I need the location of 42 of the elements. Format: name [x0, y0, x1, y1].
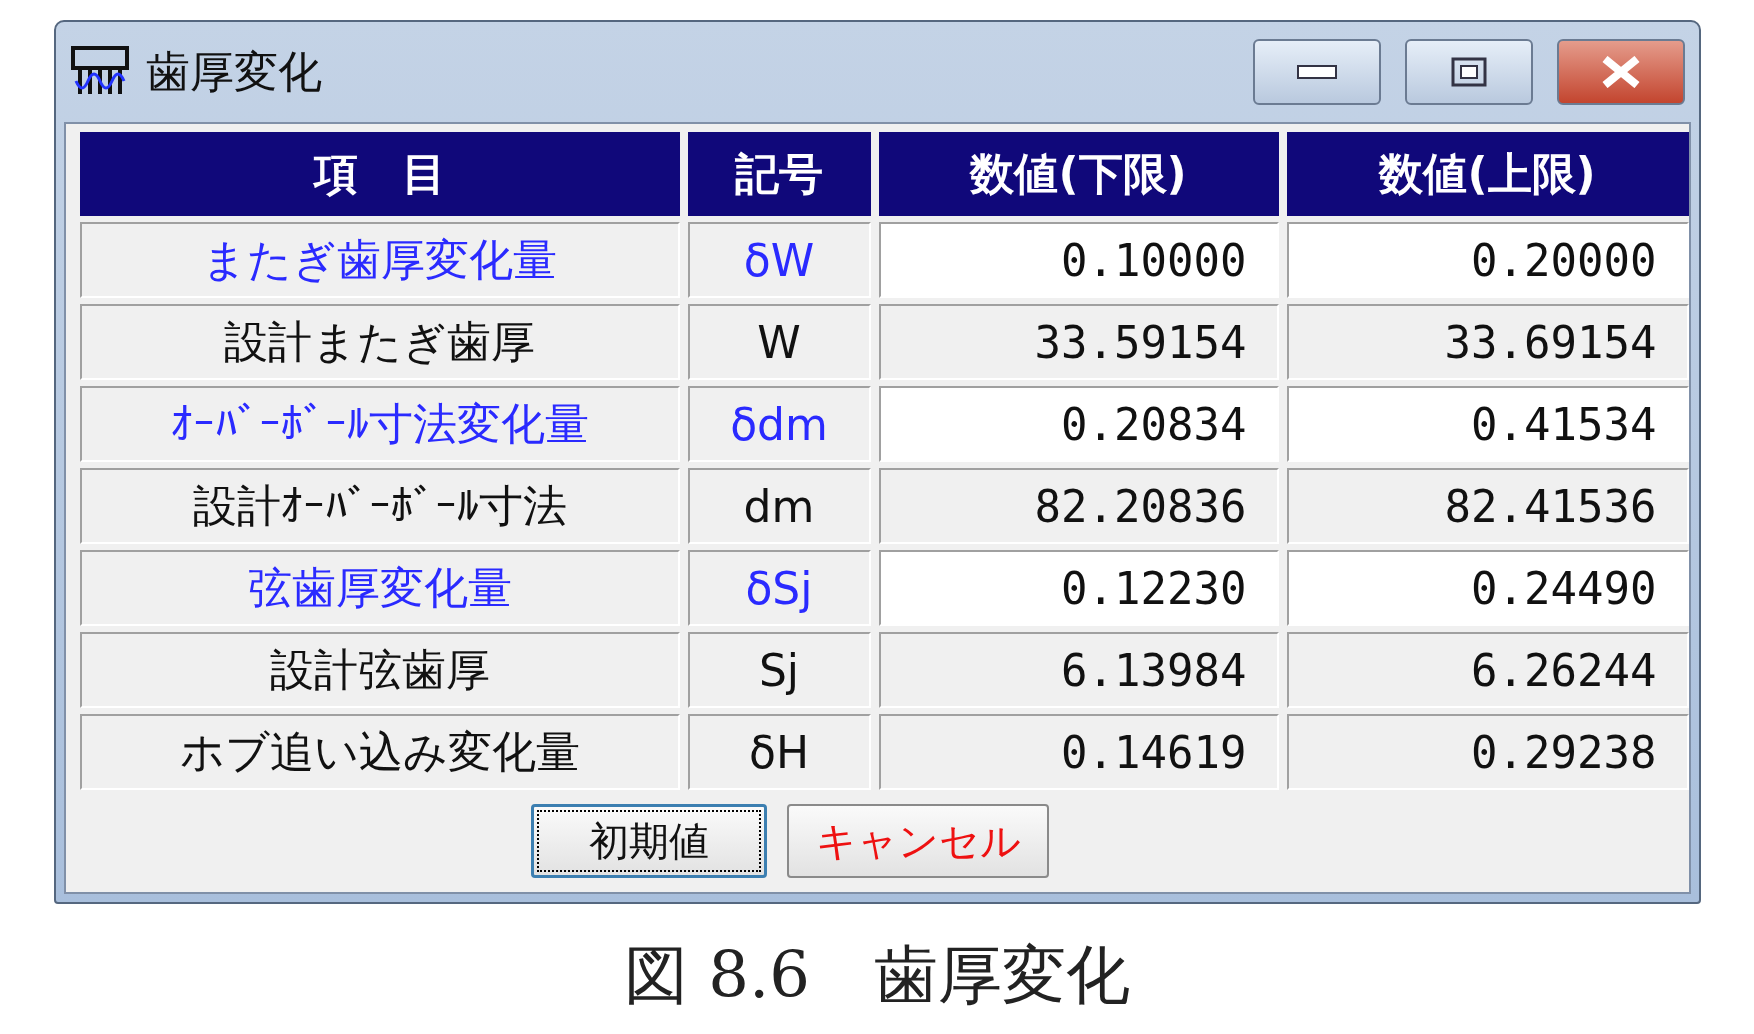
- value-cell: 0.20000: [1286, 222, 1689, 298]
- value-cell: 6.13984: [878, 632, 1279, 708]
- value-cell: 0.10000: [878, 222, 1279, 298]
- symbol-cell: W: [687, 304, 871, 380]
- item-cell: 設計弦歯厚: [79, 632, 680, 708]
- column-header: 項 目: [79, 132, 680, 216]
- symbol-cell: dm: [687, 468, 871, 544]
- item-cell: 設計またぎ歯厚: [79, 304, 680, 380]
- close-icon: [1600, 56, 1641, 88]
- item-cell: 設計ｵｰﾊﾞｰﾎﾞｰﾙ寸法: [79, 468, 680, 544]
- symbol-cell: δH: [687, 714, 871, 790]
- value-cell: 33.59154: [878, 304, 1279, 380]
- symbol-cell: δW: [687, 222, 871, 298]
- value-cell: 0.20834: [878, 386, 1279, 462]
- value-cell: 82.41536: [1286, 468, 1689, 544]
- close-button[interactable]: [1556, 39, 1685, 105]
- value-cell: 0.12230: [878, 550, 1279, 626]
- symbol-cell: Sj: [687, 632, 871, 708]
- maximize-icon: [1450, 57, 1487, 87]
- column-header: 数値(上限): [1286, 132, 1689, 216]
- minimize-icon: [1296, 65, 1337, 79]
- column-header: 数値(下限): [878, 132, 1279, 216]
- item-cell: またぎ歯厚変化量: [79, 222, 680, 298]
- minimize-button[interactable]: [1252, 39, 1381, 105]
- cancel-button[interactable]: キャンセル: [787, 804, 1049, 878]
- value-cell: 0.29238: [1286, 714, 1689, 790]
- symbol-cell: δSj: [687, 550, 871, 626]
- item-cell: ホブ追い込み変化量: [79, 714, 680, 790]
- value-cell: 0.41534: [1286, 386, 1689, 462]
- item-cell: ｵｰﾊﾞｰﾎﾞｰﾙ寸法変化量: [79, 386, 680, 462]
- maximize-button[interactable]: [1404, 39, 1533, 105]
- value-cell: 82.20836: [878, 468, 1279, 544]
- column-header: 記号: [687, 132, 871, 216]
- figure-caption: 図 8.6 歯厚変化: [623, 937, 1131, 1014]
- symbol-cell: δdm: [687, 386, 871, 462]
- value-cell: 6.26244: [1286, 632, 1689, 708]
- value-cell: 33.69154: [1286, 304, 1689, 380]
- default-button[interactable]: 初期値: [531, 804, 767, 878]
- value-cell: 0.24490: [1286, 550, 1689, 626]
- item-cell: 弦歯厚変化量: [79, 550, 680, 626]
- value-cell: 0.14619: [878, 714, 1279, 790]
- window-title: 歯厚変化: [145, 44, 323, 99]
